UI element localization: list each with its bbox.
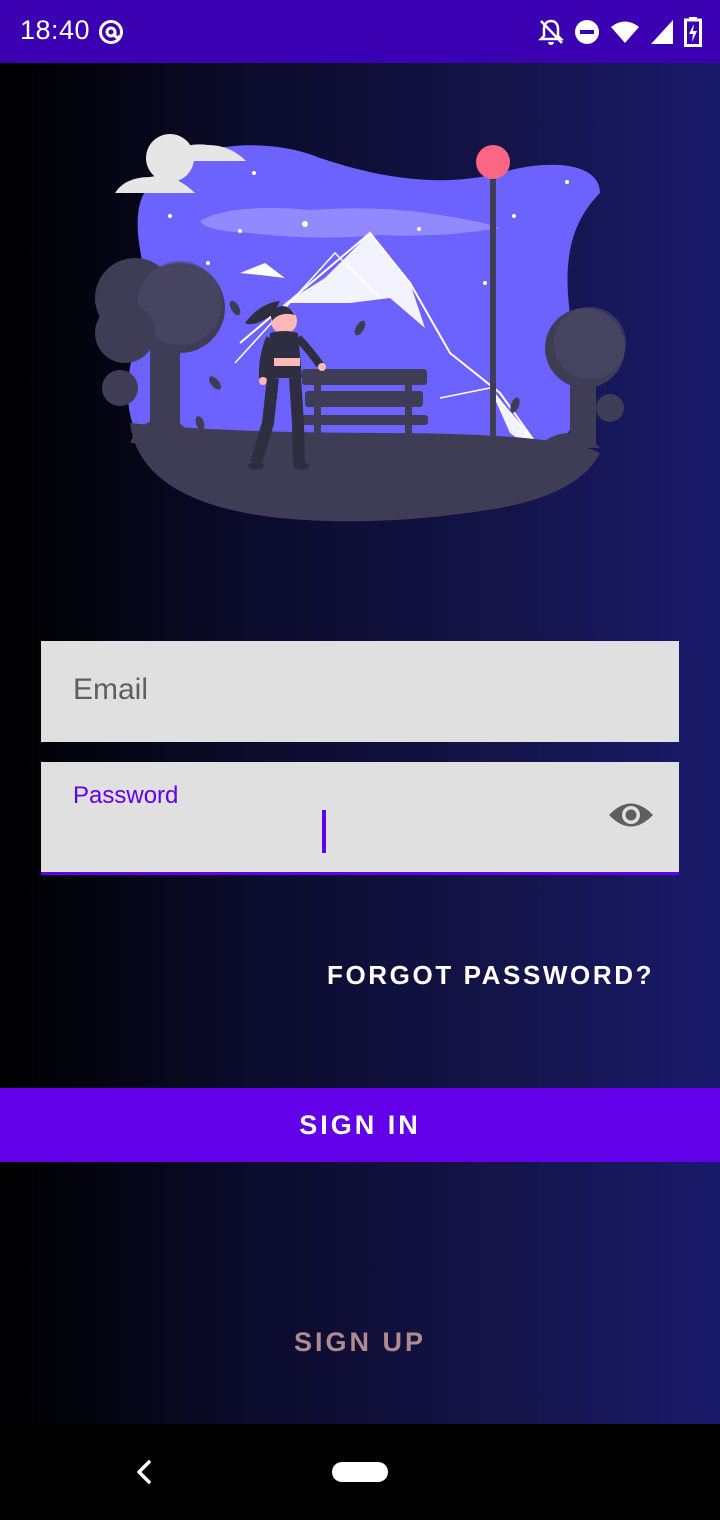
email-field[interactable]: Email [41, 641, 679, 742]
wifi-icon [611, 21, 639, 43]
sign-up-button[interactable]: SIGN UP [0, 1327, 720, 1358]
home-pill-icon[interactable] [332, 1462, 388, 1482]
login-screen: Email Password FORGOT PASSWORD? SIGN IN … [0, 63, 720, 1424]
status-time: 18:40 [20, 15, 91, 45]
sign-in-button[interactable]: SIGN IN [0, 1088, 720, 1162]
forgot-password-button[interactable]: FORGOT PASSWORD? [327, 960, 654, 991]
text-cursor [322, 810, 326, 853]
password-field[interactable]: Password [41, 762, 679, 875]
park-night-illustration [95, 134, 626, 522]
password-label: Password [73, 782, 179, 809]
do-not-disturb-icon [575, 20, 599, 44]
status-icons [538, 16, 702, 48]
status-bar: 18:40 [0, 0, 720, 63]
notifications-off-icon [538, 19, 564, 45]
signal-icon [651, 20, 673, 44]
back-chevron-icon[interactable] [130, 1458, 158, 1486]
at-sign-icon [99, 20, 123, 44]
navigation-bar [0, 1424, 720, 1520]
battery-charging-icon [684, 17, 702, 47]
email-label: Email [73, 673, 149, 706]
sign-in-label: SIGN IN [299, 1109, 421, 1140]
eye-icon[interactable] [608, 798, 654, 832]
